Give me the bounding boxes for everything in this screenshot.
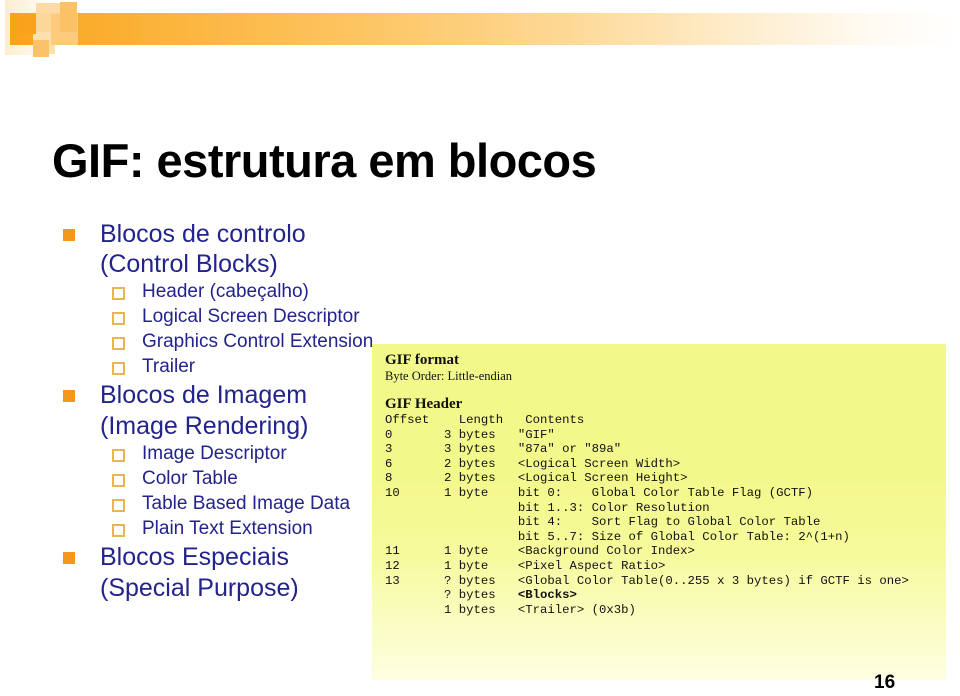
bullet-label: Table Based Image Data	[142, 493, 351, 514]
spec-line: 13 ? bytes <Global Color Table(0..255 x …	[385, 573, 909, 588]
spec-heading-gif-format: GIF format	[385, 352, 460, 368]
bullet-item-level1: Blocos Especiais	[58, 542, 388, 572]
bullet-label: (Special Purpose)	[100, 574, 299, 602]
square-outline-bullet-icon	[112, 524, 125, 537]
gif-format-spec-panel: GIF format Byte Order: Little-endian GIF…	[372, 344, 946, 680]
slide-header-decoration	[0, 0, 960, 72]
bullet-label: Image Descriptor	[142, 443, 287, 464]
square-outline-bullet-icon	[112, 499, 125, 512]
bullet-item-level2: Header (cabeçalho)	[58, 280, 388, 304]
bullet-label: Logical Screen Descriptor	[142, 306, 360, 327]
spec-line: 12 1 byte <Pixel Aspect Ratio>	[385, 558, 666, 573]
bullet-item-level2: Image Descriptor	[58, 442, 388, 466]
square-outline-bullet-icon	[112, 337, 125, 350]
square-outline-bullet-icon	[112, 287, 125, 300]
square-bullet-icon	[63, 552, 75, 564]
slide-page-number: 16	[874, 672, 896, 693]
banner-gradient-bar	[10, 13, 960, 45]
spec-line: 0 3 bytes "GIF"	[385, 427, 555, 442]
banner-square-orange-lower	[33, 40, 49, 57]
bullet-label: Plain Text Extension	[142, 518, 313, 539]
spec-line: 10 1 byte bit 0: Global Color Table Flag…	[385, 485, 814, 500]
page-title: GIF: estrutura em blocos	[52, 134, 597, 188]
spec-line: 11 1 byte <Background Color Index>	[385, 544, 695, 559]
spec-spacer	[385, 384, 942, 396]
spec-line: bit 4: Sort Flag to Global Color Table	[385, 515, 821, 530]
bullet-label: Trailer	[142, 356, 196, 377]
banner-square-orange-upper	[18, 16, 36, 34]
bullet-item-level1-continuation: (Image Rendering)	[58, 411, 388, 441]
spec-line: 8 2 bytes <Logical Screen Height>	[385, 471, 688, 486]
spec-byte-order-note: Byte Order: Little-endian	[385, 369, 513, 383]
bullet-label: Color Table	[142, 468, 238, 489]
bullet-item-level2: Plain Text Extension	[58, 517, 388, 541]
bullet-item-level2: Color Table	[58, 467, 388, 491]
square-bullet-icon	[63, 229, 75, 241]
bullet-item-level1: Blocos de Imagem	[58, 380, 388, 410]
spec-line: 6 2 bytes <Logical Screen Width>	[385, 456, 681, 471]
bullet-item-level2: Graphics Control Extension	[58, 330, 388, 354]
bullet-label: Blocos de controlo (Control Blocks)	[100, 220, 306, 278]
square-outline-bullet-icon	[112, 362, 125, 375]
spec-line: ? bytes <Blocks>	[385, 588, 577, 603]
spec-line: 1 bytes <Trailer> (0x3b)	[385, 602, 636, 617]
spec-heading-gif-header: GIF Header	[385, 396, 463, 412]
bullet-item-level2: Table Based Image Data	[58, 492, 388, 516]
bullet-label: (Image Rendering)	[100, 412, 309, 440]
bullet-label: Graphics Control Extension	[142, 331, 374, 352]
square-outline-bullet-icon	[112, 474, 125, 487]
spec-line: bit 1..3: Color Resolution	[385, 500, 710, 515]
spec-table-lines: Offset Length Contents 0 3 bytes "GIF" 3 3…	[385, 413, 942, 617]
bullet-label: Blocos Especiais	[100, 543, 289, 571]
bullet-list: Blocos de controlo (Control Blocks) Head…	[58, 219, 388, 604]
bullet-item-level2: Trailer	[58, 355, 388, 379]
bullet-item-level2: Logical Screen Descriptor	[58, 305, 388, 329]
square-bullet-icon	[63, 390, 75, 402]
spec-line: Offset Length Contents	[385, 413, 585, 427]
bullet-label: Blocos de Imagem	[100, 381, 308, 409]
bullet-item-level1: Blocos de controlo (Control Blocks)	[58, 219, 388, 279]
bullet-item-level1-continuation: (Special Purpose)	[58, 573, 388, 603]
square-outline-bullet-icon	[112, 449, 125, 462]
spec-line: 3 3 bytes "87a" or "89a"	[385, 442, 622, 457]
banner-square-tall	[60, 2, 77, 32]
square-outline-bullet-icon	[112, 312, 125, 325]
spec-line: bit 5..7: Size of Global Color Table: 2^…	[385, 529, 850, 544]
bullet-label: Header (cabeçalho)	[142, 281, 309, 302]
